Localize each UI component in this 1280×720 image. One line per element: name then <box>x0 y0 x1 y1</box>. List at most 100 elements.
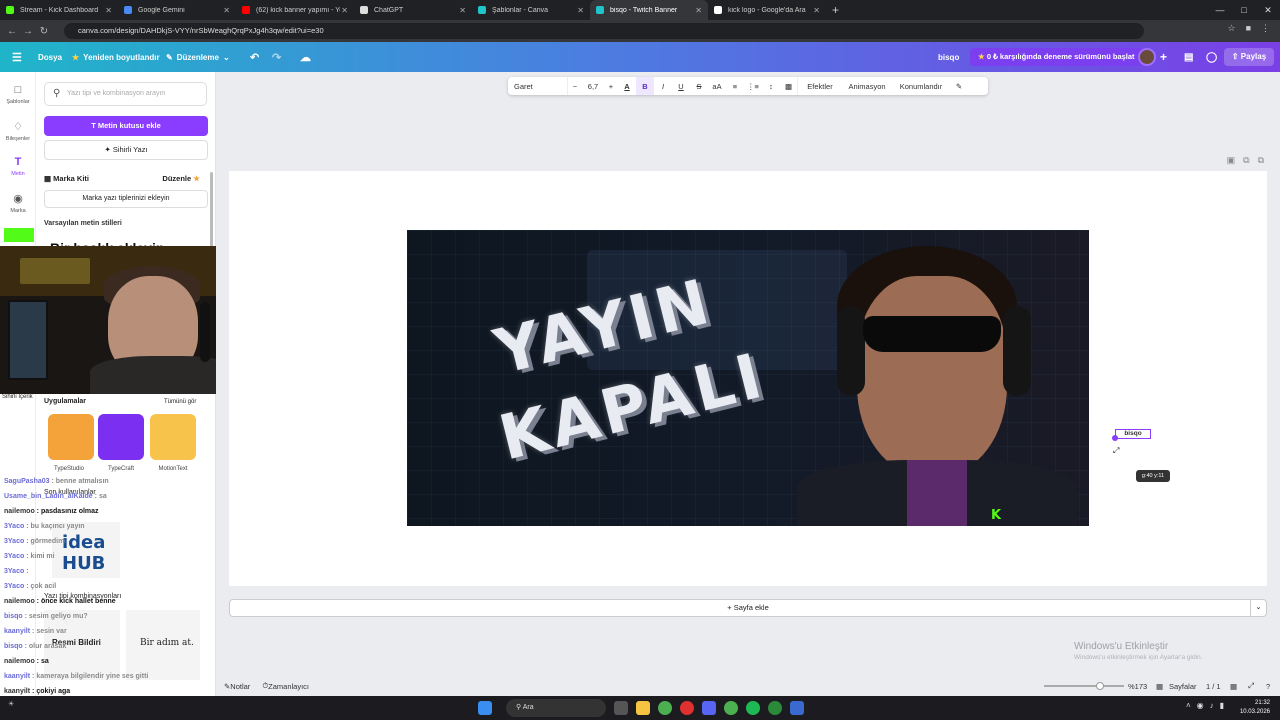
copy-style-icon[interactable]: ✎ <box>950 77 968 95</box>
menu-icon[interactable]: ☰ <box>12 42 22 72</box>
add-brand-fonts-button[interactable]: Marka yazı tiplerinizi ekleyin <box>44 190 208 208</box>
apps-see-all[interactable]: Tümünü gör <box>164 399 196 405</box>
spotify-icon[interactable] <box>746 701 760 715</box>
rail-item-brand[interactable]: ◉ Marka <box>0 192 36 214</box>
design-title[interactable]: bisqo <box>938 42 959 72</box>
taskbar-search[interactable]: ⚲ Ara <box>506 699 606 717</box>
file-menu[interactable]: Dosya <box>38 42 62 72</box>
minimize-icon[interactable]: — <box>1208 0 1232 20</box>
font-size-input[interactable]: 6,7 <box>582 77 604 95</box>
add-page-icon[interactable]: ⧉ <box>1258 155 1264 166</box>
zoom-level[interactable]: %173 <box>1128 682 1147 691</box>
discord-icon[interactable] <box>702 701 716 715</box>
browser-tab[interactable]: Stream - Kick Dashboard ✕ <box>0 0 118 20</box>
cloud-save-icon[interactable]: ☁ <box>300 42 311 72</box>
rail-item-elements[interactable]: ♢ Bileşenler <box>0 120 36 142</box>
clock[interactable]: 21:32 10.03.2026 <box>1240 699 1270 717</box>
pages-button[interactable]: Sayfalar <box>1169 682 1197 691</box>
url-field[interactable]: canva.com/design/DAHDkjS-VYY/nrSbWeaghQr… <box>64 23 1144 39</box>
notes-button[interactable]: Notlar <box>230 682 250 691</box>
text-color-icon[interactable]: A <box>618 77 636 95</box>
banner-image[interactable]: YAYIN KAPALI K <box>407 230 1089 526</box>
extension-icon[interactable]: ■ <box>1246 23 1251 34</box>
app-typestudio-icon[interactable] <box>48 414 94 460</box>
file-explorer-icon[interactable] <box>636 701 650 715</box>
battery-icon[interactable]: ▮ <box>1220 701 1224 710</box>
list-icon[interactable]: ⋮≡ <box>744 77 762 95</box>
font-search-input[interactable]: ⚲ Yazı tipi ve kombinasyon arayın <box>44 82 207 106</box>
bookmark-star-icon[interactable]: ☆ <box>1227 23 1235 34</box>
tab-close-icon[interactable]: ✕ <box>105 6 112 15</box>
spacing-icon[interactable]: ↕ <box>762 77 780 95</box>
resize-button[interactable]: ★ Yeniden boyutlandır <box>72 42 160 72</box>
browser-tab[interactable]: Google Gemini ✕ <box>118 0 236 20</box>
letter-case-icon[interactable]: aA <box>708 77 726 95</box>
comment-icon[interactable]: ◯ <box>1206 42 1217 72</box>
chevron-up-icon[interactable]: ˄ <box>1186 701 1191 710</box>
magic-write-button[interactable]: ✦ Sihirli Yazı <box>44 140 208 160</box>
tab-close-icon[interactable]: ✕ <box>223 6 230 15</box>
close-icon[interactable]: ✕ <box>1256 0 1280 20</box>
browser-tab[interactable]: bisqo - Twitch Banner ✕ <box>590 0 708 20</box>
brand-edit-link[interactable]: Düzenle ★ <box>162 174 200 183</box>
zoom-slider-thumb[interactable] <box>1096 682 1104 690</box>
position-button[interactable]: Konumlandır <box>892 77 950 95</box>
add-page-button[interactable]: + Sayfa ekle ⌄ <box>229 599 1267 617</box>
undo-icon[interactable]: ↶ <box>250 42 259 72</box>
rail-item-templates[interactable]: □ Şablonlar <box>0 84 36 105</box>
kick-logo[interactable]: K <box>991 508 1001 523</box>
strikethrough-icon[interactable]: S <box>690 77 708 95</box>
selection-handle[interactable] <box>1112 435 1118 441</box>
tab-close-icon[interactable]: ✕ <box>813 6 820 15</box>
browser-tab[interactable]: kick logo - Google'da Ara ✕ <box>708 0 826 20</box>
volume-icon[interactable]: ♪ <box>1210 701 1214 710</box>
start-icon[interactable] <box>478 701 492 715</box>
taskview-icon[interactable] <box>614 701 628 715</box>
italic-icon[interactable]: I <box>654 77 672 95</box>
lock-icon[interactable]: ▣ <box>1227 155 1236 166</box>
zoom-slider[interactable] <box>1044 682 1124 690</box>
app-motiontext-icon[interactable] <box>150 414 196 460</box>
timer-button[interactable]: Zamanlayıcı <box>268 682 309 691</box>
add-textbox-button[interactable]: T Metin kutusu ekle <box>44 116 208 136</box>
reload-icon[interactable]: ↻ <box>36 26 52 37</box>
tab-close-icon[interactable]: ✕ <box>459 6 466 15</box>
forward-icon[interactable]: → <box>20 26 36 37</box>
add-collaborator-icon[interactable]: + <box>1160 42 1167 72</box>
rail-item-text[interactable]: T Metin <box>0 156 36 177</box>
menu-dots-icon[interactable]: ⋮ <box>1261 23 1270 34</box>
wifi-icon[interactable]: ◉ <box>1197 701 1204 710</box>
chevron-down-icon[interactable]: ⌄ <box>1250 599 1266 617</box>
font-size-increase[interactable]: + <box>604 77 618 95</box>
font-combo-thumbnail[interactable]: Bir adım at. <box>126 610 200 680</box>
grid-view-icon[interactable]: ▦ <box>1230 682 1237 691</box>
redo-icon[interactable]: ↷ <box>272 42 281 72</box>
font-size-decrease[interactable]: − <box>568 77 582 95</box>
browser-tab[interactable]: ChatGPT ✕ <box>354 0 472 20</box>
tab-close-icon[interactable]: ✕ <box>341 6 348 15</box>
animation-button[interactable]: Animasyon <box>842 77 892 95</box>
chrome-icon[interactable] <box>658 701 672 715</box>
bold-icon[interactable]: B <box>636 77 654 95</box>
recent-hub-thumbnail[interactable]: idea HUB <box>52 522 120 578</box>
browser-tab[interactable]: (62) kick banner yapımı - YouTube✕ <box>236 0 354 20</box>
new-tab-icon[interactable]: + <box>832 3 839 17</box>
tab-close-icon[interactable]: ✕ <box>577 6 584 15</box>
app-typecraft-icon[interactable] <box>98 414 144 460</box>
transparency-icon[interactable]: ▩ <box>780 77 798 95</box>
share-button[interactable]: ⇧ Paylaş <box>1224 48 1274 66</box>
maximize-icon[interactable]: □ <box>1232 0 1256 20</box>
fullscreen-icon[interactable]: ⤢ <box>1248 681 1254 691</box>
font-family-select[interactable]: Garet <box>508 77 568 95</box>
browser-tab[interactable]: Şablonlar - Canva ✕ <box>472 0 590 20</box>
duplicate-page-icon[interactable]: ⧉ <box>1243 155 1249 166</box>
insights-icon[interactable]: ▤ <box>1184 42 1193 72</box>
app-icon[interactable] <box>790 701 804 715</box>
selected-text-element[interactable]: bisqo <box>1115 429 1151 439</box>
chrome-icon[interactable] <box>724 701 738 715</box>
avatar[interactable] <box>1138 48 1156 66</box>
effects-button[interactable]: Efektler <box>798 77 842 95</box>
tab-close-icon[interactable]: ✕ <box>695 6 702 15</box>
help-icon[interactable]: ? <box>1266 682 1270 691</box>
trial-button[interactable]: ★ 0 ₺ karşılığında deneme sürümünü başla… <box>970 48 1143 66</box>
